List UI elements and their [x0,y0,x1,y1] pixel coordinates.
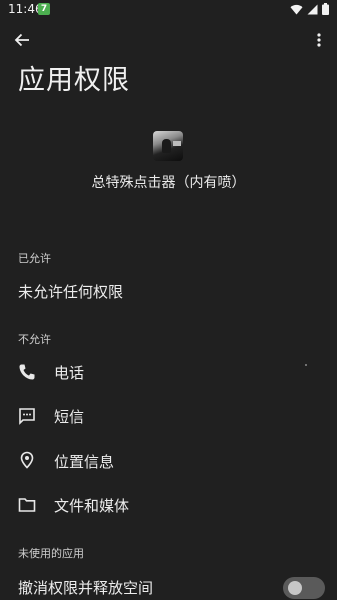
revoke-permissions-toggle[interactable] [283,577,325,599]
battery-icon [322,3,329,15]
permission-row-phone[interactable]: 电话 [0,352,337,392]
app-permissions-screen: 11:46 7 应用权限 总特殊点击器（内有喷） 已允许 未允许任何权限 不允许… [0,0,337,600]
phone-icon [19,364,35,380]
folder-icon [18,498,36,512]
more-vert-icon [317,33,321,47]
notification-app-icon: 7 [38,3,50,15]
revoke-permissions-label: 撤消权限并释放空间 [18,579,154,597]
message-icon [19,408,35,425]
toggle-knob [288,581,302,595]
permission-row-sms[interactable]: 短信 [0,396,337,436]
wifi-icon [290,4,303,15]
section-label-denied: 不允许 [18,333,51,346]
more-options-button[interactable] [307,28,331,52]
permission-row-location[interactable]: 位置信息 [0,441,337,481]
section-label-unused-apps: 未使用的应用 [18,547,84,560]
app-icon [153,131,183,161]
permission-label-phone: 电话 [54,364,85,382]
separator-dot [305,364,307,366]
section-label-allowed: 已允许 [18,252,51,265]
back-button[interactable] [10,28,34,52]
location-icon [20,451,34,469]
no-permissions-allowed-text: 未允许任何权限 [18,283,124,301]
page-title: 应用权限 [18,65,130,96]
permission-row-files-media[interactable]: 文件和媒体 [0,485,337,525]
status-right-icons [290,3,329,15]
permission-label-sms: 短信 [54,408,85,426]
app-name: 总特殊点击器（内有喷） [91,175,246,191]
arrow-back-icon [14,33,29,47]
signal-icon [307,4,318,14]
permission-label-location: 位置信息 [54,453,115,471]
permission-label-files-media: 文件和媒体 [54,497,130,515]
status-bar: 11:46 7 [0,0,337,20]
